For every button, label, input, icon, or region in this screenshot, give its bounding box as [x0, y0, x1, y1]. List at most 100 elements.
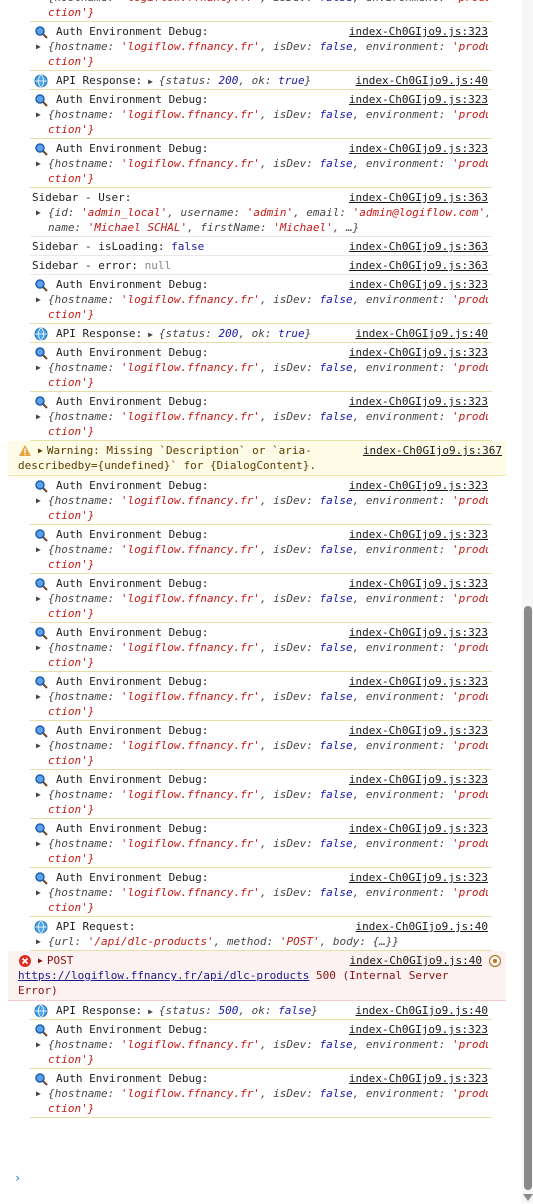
object-preview[interactable]: ▶{hostname: 'logiflow.ffnancy.fr', isDev… — [32, 640, 488, 655]
object-preview-wrap: ction'} — [48, 852, 95, 865]
object-preview[interactable]: ▶{hostname: 'logiflow.ffnancy.fr', isDev… — [32, 591, 488, 606]
object-preview-wrap: ction'} — [48, 607, 95, 620]
object-preview[interactable]: ▶ {url: '/api/dlc-products', method: 'POS… — [32, 934, 488, 949]
expand-triangle-icon: ▶ — [36, 42, 41, 51]
magnifier-icon — [35, 25, 48, 39]
expand-triangle-icon[interactable]: ▶ — [38, 443, 43, 458]
magnifier-icon — [35, 1023, 48, 1037]
object-preview[interactable]: ▶ {status: 200, ok: true} — [148, 73, 311, 89]
source-link[interactable]: index-Ch0GIjo9.js:323 — [349, 478, 488, 493]
source-link[interactable]: index-Ch0GIjo9.js:363 — [349, 258, 488, 273]
message-label: Auth Environment Debug: — [56, 479, 209, 492]
object-preview[interactable]: ▶{hostname: 'logiflow.ffnancy.fr', isDev… — [32, 409, 488, 424]
object-preview[interactable]: ▶{hostname: 'logiflow.ffnancy.fr', isDev… — [32, 0, 488, 5]
source-link[interactable]: index-Ch0GIjo9.js:323 — [349, 141, 488, 156]
expand-triangle-icon: ▶ — [36, 496, 41, 505]
globe-icon — [34, 327, 48, 340]
object-preview[interactable]: ▶ {status: 500, ok: false} — [148, 1003, 318, 1019]
object-preview[interactable]: ▶{hostname: 'logiflow.ffnancy.fr', isDev… — [32, 493, 488, 508]
source-link[interactable]: index-Ch0GIjo9.js:40 — [356, 73, 488, 88]
source-link[interactable]: index-Ch0GIjo9.js:363 — [349, 190, 488, 205]
source-link[interactable]: index-Ch0GIjo9.js:323 — [349, 345, 488, 360]
console-prompt[interactable]: › — [14, 1171, 21, 1185]
object-preview[interactable]: ▶ {id: 'admin_local', username: 'admin', … — [32, 205, 488, 220]
source-link[interactable]: index-Ch0GIjo9.js:323 — [349, 527, 488, 542]
object-preview[interactable]: ▶{hostname: 'logiflow.ffnancy.fr', isDev… — [32, 292, 488, 307]
source-link[interactable]: index-Ch0GIjo9.js:323 — [349, 1022, 488, 1037]
magnifier-icon — [35, 479, 48, 493]
message-label: Auth Environment Debug: — [56, 142, 209, 155]
message-label: Auth Environment Debug: — [56, 724, 209, 737]
message-label: Sidebar - error: — [32, 259, 145, 272]
console-message: Sidebar - isLoading: false index-Ch0GIjo… — [30, 237, 492, 256]
source-link[interactable]: index-Ch0GIjo9.js:323 — [349, 723, 488, 738]
source-link[interactable]: index-Ch0GIjo9.js:363 — [349, 239, 488, 254]
source-link[interactable]: index-Ch0GIjo9.js:367 — [363, 443, 502, 458]
globe-icon — [34, 74, 48, 87]
expand-triangle-icon: ▶ — [36, 594, 41, 603]
expand-triangle-icon[interactable]: ▶ — [38, 953, 43, 968]
source-link[interactable]: index-Ch0GIjo9.js:323 — [349, 821, 488, 836]
object-preview[interactable]: ▶{hostname: 'logiflow.ffnancy.fr', isDev… — [32, 836, 488, 851]
message-label: Auth Environment Debug: — [56, 1072, 209, 1085]
object-preview-wrap: name: 'Michael SCHAL', firstName: 'Micha… — [48, 221, 360, 234]
magnifier-icon — [35, 93, 48, 107]
console-message: Auth Environment Debug: index-Ch0GIjo9.j… — [30, 574, 492, 623]
object-preview[interactable]: ▶{hostname: 'logiflow.ffnancy.fr', isDev… — [32, 39, 488, 54]
expand-triangle-icon: ▶ — [36, 0, 41, 5]
message-wrap: describedby={undefined}` for {DialogCont… — [18, 459, 317, 472]
object-preview[interactable]: ▶{hostname: 'logiflow.ffnancy.fr', isDev… — [32, 738, 488, 753]
scroll-down-arrow-icon[interactable] — [523, 1194, 533, 1201]
expand-triangle-icon: ▶ — [36, 545, 41, 554]
magnifier-icon — [35, 395, 48, 409]
console-message: Auth Environment Debug: index-Ch0GIjo9.j… — [30, 90, 492, 139]
object-preview[interactable]: ▶{hostname: 'logiflow.ffnancy.fr', isDev… — [32, 360, 488, 375]
source-link[interactable]: index-Ch0GIjo9.js:40 — [356, 326, 488, 341]
console-message: Auth Environment Debug: index-Ch0GIjo9.j… — [30, 476, 492, 525]
magnifier-icon — [35, 675, 48, 689]
magnifier-icon — [35, 724, 48, 738]
console-message: Auth Environment Debug: index-Ch0GIjo9.j… — [30, 392, 492, 441]
source-link[interactable]: index-Ch0GIjo9.js:40 — [350, 953, 482, 968]
source-link[interactable]: index-Ch0GIjo9.js:323 — [349, 24, 488, 39]
source-link[interactable]: index-Ch0GIjo9.js:40 — [356, 919, 488, 934]
scrollbar-thumb[interactable] — [524, 606, 532, 1190]
expand-triangle-icon: ▶ — [36, 790, 41, 799]
source-link[interactable]: index-Ch0GIjo9.js:323 — [349, 870, 488, 885]
object-preview[interactable]: ▶{hostname: 'logiflow.ffnancy.fr', isDev… — [32, 1086, 488, 1101]
source-link[interactable]: index-Ch0GIjo9.js:323 — [349, 576, 488, 591]
object-preview[interactable]: ▶{hostname: 'logiflow.ffnancy.fr', isDev… — [32, 156, 488, 171]
magnifier-icon — [35, 1072, 48, 1086]
source-link[interactable]: index-Ch0GIjo9.js:323 — [349, 394, 488, 409]
source-link[interactable]: index-Ch0GIjo9.js:40 — [356, 1003, 488, 1018]
magnifier-icon — [35, 577, 48, 591]
object-preview-wrap: ction'} — [48, 308, 95, 321]
object-preview-wrap: ction'} — [48, 1053, 95, 1066]
magnifier-icon — [35, 626, 48, 640]
source-link[interactable]: index-Ch0GIjo9.js:323 — [349, 1071, 488, 1086]
source-link[interactable]: index-Ch0GIjo9.js:323 — [349, 772, 488, 787]
object-preview[interactable]: ▶{hostname: 'logiflow.ffnancy.fr', isDev… — [32, 107, 488, 122]
object-preview[interactable]: ▶{hostname: 'logiflow.ffnancy.fr', isDev… — [32, 689, 488, 704]
request-url-link[interactable]: https://logiflow.ffnancy.fr/api/dlc-prod… — [18, 969, 309, 982]
expand-triangle-icon: ▶ — [36, 692, 41, 701]
console-message: API Response: ▶ {status: 200, ok: true} in… — [30, 71, 492, 90]
object-preview[interactable]: ▶{hostname: 'logiflow.ffnancy.fr', isDev… — [32, 885, 488, 900]
console-message: API Response: ▶ {status: 500, ok: false} i… — [30, 1001, 492, 1020]
console-message: Auth Environment Debug: index-Ch0GIjo9.j… — [30, 525, 492, 574]
source-link[interactable]: index-Ch0GIjo9.js:323 — [349, 674, 488, 689]
object-preview[interactable]: ▶{hostname: 'logiflow.ffnancy.fr', isDev… — [32, 787, 488, 802]
object-preview[interactable]: ▶{hostname: 'logiflow.ffnancy.fr', isDev… — [32, 1037, 488, 1052]
console-message: Auth Environment Debug: index-Ch0GIjo9.j… — [30, 22, 492, 71]
object-preview-wrap: ction'} — [48, 901, 95, 914]
message-label: Auth Environment Debug: — [56, 871, 209, 884]
console-message: Auth Environment Debug: index-Ch0GIjo9.j… — [30, 623, 492, 672]
object-preview[interactable]: ▶ {status: 200, ok: true} — [148, 326, 311, 342]
object-preview-wrap: ction'} — [48, 803, 95, 816]
network-request-icon[interactable] — [488, 954, 502, 968]
source-link[interactable]: index-Ch0GIjo9.js:323 — [349, 92, 488, 107]
object-preview[interactable]: ▶{hostname: 'logiflow.ffnancy.fr', isDev… — [32, 542, 488, 557]
message-value: null — [144, 259, 172, 272]
source-link[interactable]: index-Ch0GIjo9.js:323 — [349, 625, 488, 640]
source-link[interactable]: index-Ch0GIjo9.js:323 — [349, 277, 488, 292]
